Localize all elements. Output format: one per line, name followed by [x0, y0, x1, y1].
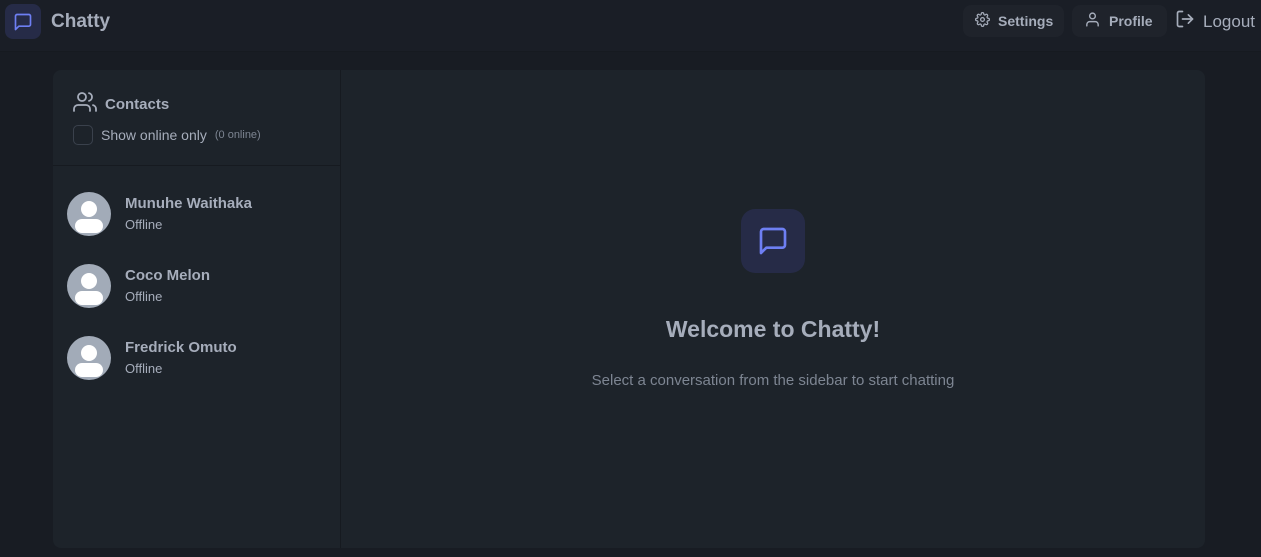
- welcome-screen: Welcome to Chatty! Select a conversation…: [341, 70, 1205, 548]
- avatar-placeholder-icon: [67, 336, 111, 380]
- logout-label: Logout: [1203, 11, 1255, 31]
- message-square-icon: [5, 4, 41, 39]
- contact-item[interactable]: Fredrick Omuto Offline: [53, 322, 341, 394]
- contact-item[interactable]: Coco Melon Offline: [53, 250, 341, 322]
- contact-item[interactable]: Munuhe Waithaka Offline: [53, 178, 341, 250]
- show-online-label: Show online only: [101, 127, 207, 143]
- chat-panel: Contacts Show online only (0 online) Mun…: [53, 70, 1205, 548]
- contact-status: Offline: [125, 289, 163, 304]
- settings-label: Settings: [998, 13, 1054, 29]
- sidebar-title: Contacts: [73, 90, 169, 118]
- contacts-sidebar: Contacts Show online only (0 online) Mun…: [53, 70, 341, 548]
- online-count: (0 online): [214, 129, 261, 141]
- contact-name: Munuhe Waithaka: [125, 195, 252, 212]
- contact-name: Fredrick Omuto: [125, 339, 237, 356]
- show-online-checkbox[interactable]: [73, 125, 93, 145]
- settings-button[interactable]: Settings: [963, 5, 1064, 37]
- brand-link[interactable]: Chatty: [5, 4, 110, 39]
- welcome-subtitle: Select a conversation from the sidebar t…: [591, 372, 955, 389]
- welcome-title: Welcome to Chatty!: [665, 316, 881, 342]
- gear-icon: [975, 12, 998, 30]
- users-icon: [73, 90, 105, 118]
- avatar-placeholder-icon: [67, 192, 111, 236]
- contact-name: Coco Melon: [125, 267, 210, 284]
- user-icon: [1084, 11, 1109, 31]
- contact-status: Offline: [125, 361, 163, 376]
- profile-label: Profile: [1109, 13, 1153, 29]
- sidebar-header: Contacts Show online only (0 online): [53, 70, 341, 166]
- top-navbar: Chatty Settings Profile Logout: [0, 0, 1261, 52]
- contacts-title: Contacts: [105, 95, 170, 113]
- show-online-filter[interactable]: Show online only (0 online): [73, 125, 261, 145]
- contact-status: Offline: [125, 217, 163, 232]
- avatar-placeholder-icon: [67, 264, 111, 308]
- logout-icon: [1175, 9, 1203, 34]
- message-square-icon: [741, 209, 805, 273]
- app-name: Chatty: [51, 10, 111, 32]
- profile-button[interactable]: Profile: [1072, 5, 1167, 37]
- logout-button[interactable]: Logout: [1175, 9, 1255, 34]
